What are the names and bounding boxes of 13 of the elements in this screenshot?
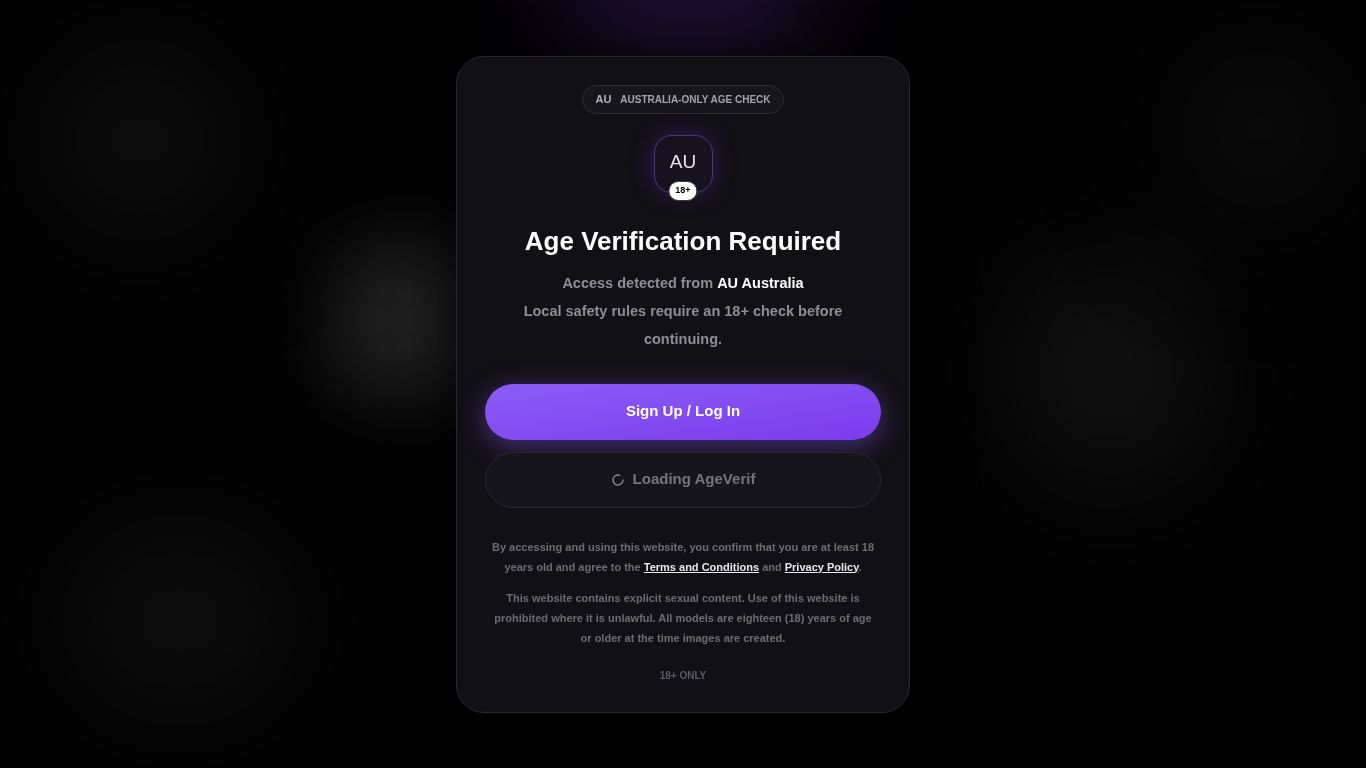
terms-text: By accessing and using this website, you confirm that you are at least 18 years old and agree to the Terms and Conditions and Privacy Policy. xyxy=(490,539,876,575)
region-label: AUSTRALIA-ONLY AGE CHECK xyxy=(620,92,771,107)
legal-link[interactable]: Terms and Conditions xyxy=(643,560,760,573)
notice-text: Local safety rules require an 18+ check before continuing. xyxy=(522,301,844,349)
sign-up-button[interactable]: Sign Up / Log In xyxy=(485,383,881,440)
spinner-icon xyxy=(610,472,625,487)
disclaimer-text: This website contains explicit sexual content. Use of this website is prohibited where it is unlawful. All models are eighteen (18) years of age or older at the time images are created. xyxy=(493,590,873,646)
legal-link[interactable]: Privacy Policy xyxy=(784,560,859,573)
emblem-code-text: AU xyxy=(669,150,697,175)
footer-text: 18+ ONLY xyxy=(659,668,707,683)
location-text: Access detected from AU Australia xyxy=(562,273,804,293)
flag-code-text: AU xyxy=(595,91,612,107)
page-title: Age Verification Required xyxy=(524,224,842,257)
